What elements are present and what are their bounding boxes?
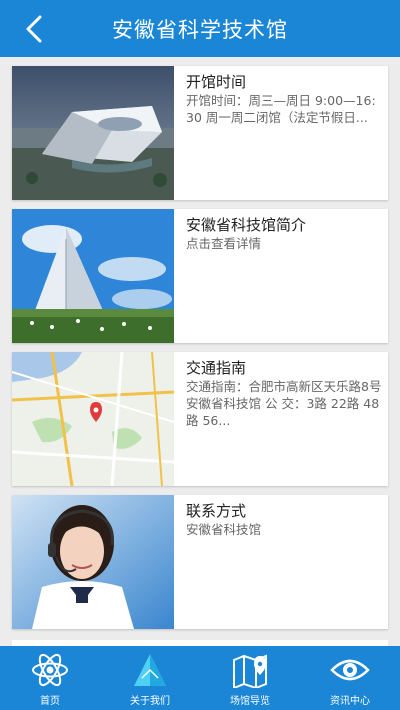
tab-label: 首页 bbox=[40, 696, 60, 707]
bottom-tab-bar: 首页 关于我们 场馆导览 资讯中心 bbox=[0, 646, 400, 710]
card-transport-guide[interactable]: 交通指南 交通指南：合肥市高新区天乐路8号安徽省科技馆 公 交：3路 22路 4… bbox=[12, 352, 388, 486]
tab-label: 关于我们 bbox=[130, 696, 170, 707]
tab-about-us[interactable]: 关于我们 bbox=[100, 646, 200, 710]
city-map-image bbox=[12, 352, 174, 486]
card-contact-info[interactable]: 联系方式 安徽省科技馆 bbox=[12, 495, 388, 629]
tab-label: 资讯中心 bbox=[330, 696, 370, 707]
card-museum-intro[interactable]: 安徽省科技馆简介 点击查看详情 bbox=[12, 209, 388, 343]
card-title: 交通指南 bbox=[186, 359, 247, 377]
card-title: 开馆时间 bbox=[186, 73, 247, 91]
card-title: 联系方式 bbox=[186, 502, 247, 520]
atom-icon bbox=[32, 653, 68, 687]
customer-service-photo bbox=[12, 495, 174, 629]
triangle-logo-icon bbox=[134, 654, 166, 686]
tab-label: 场馆导览 bbox=[230, 696, 270, 707]
card-description: 开馆时间：周三—周日 9:00—16:30 周一周二闭馆（法定节假日... bbox=[186, 93, 376, 125]
tab-venue-guide[interactable]: 场馆导览 bbox=[200, 646, 300, 710]
card-description: 安徽省科技馆 bbox=[186, 522, 262, 537]
museum-building-photo bbox=[12, 66, 174, 200]
top-navigation-bar: 安徽省科学技术馆 bbox=[0, 0, 400, 57]
tab-news-center[interactable]: 资讯中心 bbox=[300, 646, 400, 710]
page-title: 安徽省科学技术馆 bbox=[112, 17, 288, 42]
back-chevron-left-icon[interactable] bbox=[22, 15, 48, 43]
card-opening-hours[interactable]: 开馆时间 开馆时间：周三—周日 9:00—16:30 周一周二闭馆（法定节假日.… bbox=[12, 66, 388, 200]
map-pin-icon bbox=[233, 654, 267, 688]
card-description: 点击查看详情 bbox=[186, 236, 262, 251]
eye-icon bbox=[330, 659, 370, 681]
pyramid-building-photo bbox=[12, 209, 174, 343]
tab-home[interactable]: 首页 bbox=[0, 646, 100, 710]
card-description: 交通指南：合肥市高新区天乐路8号安徽省科技馆 公 交：3路 22路 48路 56… bbox=[186, 379, 382, 428]
card-title: 安徽省科技馆简介 bbox=[186, 216, 307, 234]
